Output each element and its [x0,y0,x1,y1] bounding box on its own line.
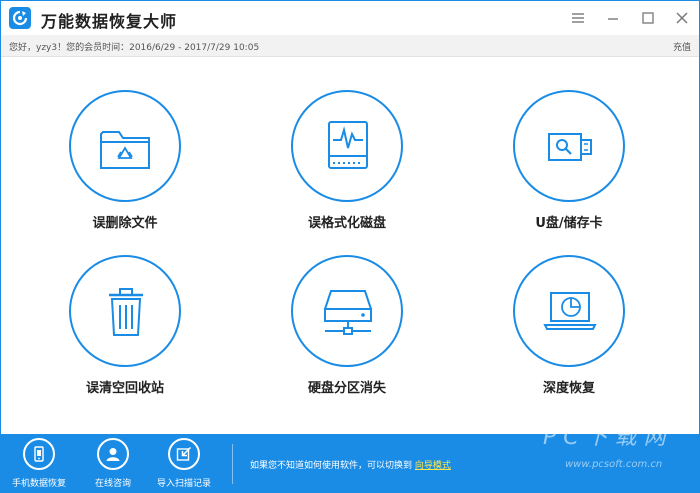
tile-label: 深度恢复 [542,381,595,396]
member-greeting: 您好，yzy3！您的会员时间：2016/6/29 - 2017/7/29 10:… [9,43,260,53]
wizard-mode-link[interactable]: 向导模式 [415,461,451,471]
site-watermark: PC下载网 www.pcsoft.com.cn [535,419,685,489]
watermark-title: PC下载网 [543,425,673,450]
tile-label: 误清空回收站 [85,381,164,396]
tile-ring [291,90,403,202]
tile-ring [69,255,181,367]
tile-label: 误格式化磁盘 [307,216,386,231]
tile-label: 硬盘分区消失 [307,381,386,396]
title-bar: 万能数据恢复大师 [1,1,699,35]
app-logo-icon [9,7,31,29]
online-support-button[interactable]: 在线咨询 [81,438,145,492]
tile-partition-lost[interactable]: 硬盘分区消失 [267,255,427,415]
minimize-button[interactable] [604,9,622,27]
close-icon [676,12,688,24]
bottom-divider [232,444,233,484]
app-title: 万能数据恢复大师 [41,12,178,31]
app-window: 万能数据恢复大师 您好，yzy3！您的会员时间：2016/6/29 - 2017… [0,0,700,493]
recharge-link[interactable]: 充值 [673,40,691,53]
tile-label: 误删除文件 [92,216,158,231]
disk-pulse-icon [328,121,368,169]
tile-deep-recovery[interactable]: 深度恢复 [489,255,649,415]
usb-drive-icon [548,133,592,161]
minimize-icon [608,18,618,20]
close-button[interactable] [673,9,691,27]
import-icon [168,438,200,470]
wizard-hint: 如果您不知道如何使用软件，可以切换到 向导模式 [250,458,451,471]
user-support-icon [97,438,129,470]
maximize-icon [642,12,654,24]
tile-ring [513,90,625,202]
member-info-bar: 您好，yzy3！您的会员时间：2016/6/29 - 2017/7/29 10:… [1,35,699,57]
hamburger-icon [572,13,584,23]
tile-formatted-disk[interactable]: 误格式化磁盘 [267,90,427,250]
tile-deleted-files[interactable]: 误删除文件 [45,90,205,250]
maximize-button[interactable] [639,9,657,27]
watermark-url: www.pcsoft.com.cn [565,459,663,470]
tile-ring [513,255,625,367]
online-support-label: 在线咨询 [94,479,131,489]
import-scan-record-label: 导入扫描记录 [156,479,211,489]
wizard-hint-text: 如果您不知道如何使用软件，可以切换到 [250,461,413,471]
tile-ring [69,90,181,202]
folder-recycle-icon [100,131,150,169]
phone-recovery-button[interactable]: 手机数据恢复 [7,438,71,492]
trash-bin-icon [109,288,143,336]
tile-label: U盘/储存卡 [535,216,603,231]
phone-recovery-label: 手机数据恢复 [11,479,66,489]
tile-recycle-bin[interactable]: 误清空回收站 [45,255,205,415]
laptop-scan-icon [543,292,597,330]
phone-icon [23,438,55,470]
tile-ring [291,255,403,367]
menu-button[interactable] [569,9,587,27]
import-scan-record-button[interactable]: 导入扫描记录 [152,438,216,492]
network-drive-icon [323,290,373,335]
tile-usb-card[interactable]: U盘/储存卡 [489,90,649,250]
